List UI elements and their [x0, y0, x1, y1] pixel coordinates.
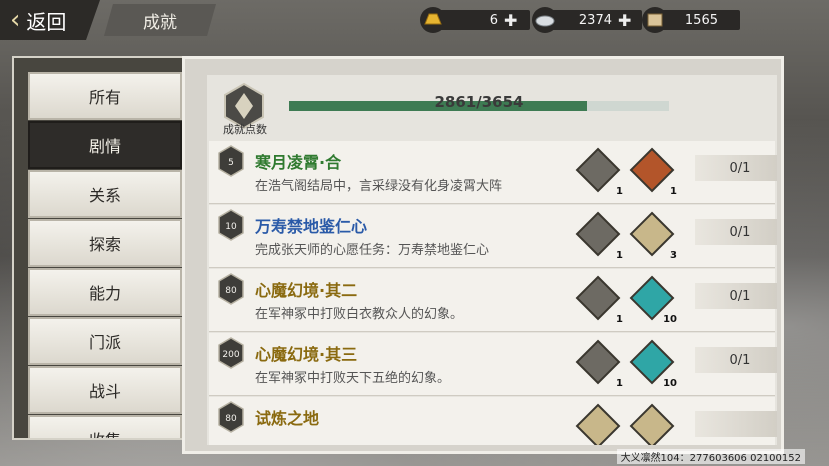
achievement-panel: 成就点数 2861/3654 5 寒月凌霄·合 在浩气阁结局中，言采绿没有化身凌…: [182, 56, 784, 454]
progress-text: 2861/3654: [434, 93, 524, 111]
add-silver-button[interactable]: ✚: [618, 11, 631, 30]
achievement-row[interactable]: 80 试炼之地: [209, 397, 777, 445]
achievement-desc: 在军神冢中打败白衣教众人的幻象。: [255, 307, 464, 322]
achievement-count: 0/1: [695, 283, 777, 309]
achievement-title: 寒月凌霄·合: [255, 153, 342, 172]
tab-sect[interactable]: 门派: [28, 317, 182, 365]
tab-combat[interactable]: 战斗: [28, 366, 182, 414]
svg-text:5: 5: [228, 158, 234, 168]
point-badge-icon: 10: [218, 209, 244, 241]
tab-explore[interactable]: 探索: [28, 219, 182, 267]
spirit-orb-icon[interactable]: 10: [629, 339, 677, 389]
gold-ingot-icon: [420, 7, 446, 33]
character-portrait-icon[interactable]: 1: [575, 339, 623, 389]
add-gold-button[interactable]: ✚: [504, 11, 517, 30]
point-badge-icon: 80: [218, 273, 244, 305]
point-badge-icon: 80: [218, 401, 244, 433]
achievement-desc: 完成张天师的心愿任务：万寿禁地鉴仁心: [255, 243, 490, 258]
point-badge-icon: 5: [218, 145, 244, 177]
back-label: 返回: [26, 9, 67, 34]
tab-relations[interactable]: 关系: [28, 170, 182, 218]
character-portrait-icon[interactable]: 1: [575, 275, 623, 325]
achievement-points-label: 成就点数: [223, 123, 267, 136]
chevron-left-icon: ‹: [10, 5, 21, 35]
treasure-map-icon[interactable]: 3: [629, 211, 677, 261]
currency-scroll: 1565: [642, 6, 742, 34]
achievement-row[interactable]: 200 心魔幻境·其三 在军神冢中打败天下五绝的幻象。 1 10 0/1: [209, 333, 777, 396]
tab-ability[interactable]: 能力: [28, 268, 182, 316]
scroll-reward-icon[interactable]: [575, 403, 621, 445]
svg-text:80: 80: [225, 286, 237, 296]
achievement-count: 0/1: [695, 347, 777, 373]
achievement-desc: 在军神冢中打败天下五绝的幻象。: [255, 371, 451, 386]
tab-collect[interactable]: 收集: [28, 415, 182, 438]
achievement-count: 0/1: [695, 219, 777, 245]
achievement-title: 万寿禁地鉴仁心: [255, 217, 368, 236]
point-badge-icon: 200: [218, 337, 244, 369]
achievement-title: 试炼之地: [255, 409, 320, 428]
character-portrait-icon[interactable]: 1: [575, 147, 623, 197]
scroll-icon: [642, 7, 668, 33]
page-title-tab: 成就: [104, 4, 216, 36]
treasure-map-icon[interactable]: [629, 403, 675, 445]
achievement-progress: 成就点数 2861/3654: [207, 75, 777, 137]
achievement-count: 0/1: [695, 155, 777, 181]
top-bar: ‹ 返回 成就 6 ✚ 2374 ✚ 1565: [0, 0, 829, 42]
player-id-text: 大义凛然104：277603606 02100152: [616, 449, 805, 464]
achievement-title: 心魔幻境·其三: [255, 345, 358, 364]
achievement-desc: 在浩气阁结局中，言采绿没有化身凌霄大阵: [255, 179, 503, 194]
page-title: 成就: [143, 12, 177, 33]
fire-book-icon[interactable]: 1: [629, 147, 677, 197]
tab-all[interactable]: 所有: [28, 72, 182, 120]
achievement-list[interactable]: 成就点数 2861/3654 5 寒月凌霄·合 在浩气阁结局中，言采绿没有化身凌…: [207, 75, 777, 445]
achievement-row[interactable]: 10 万寿禁地鉴仁心 完成张天师的心愿任务：万寿禁地鉴仁心 1 3 0/1: [209, 205, 777, 268]
currency-gold: 6 ✚: [420, 6, 532, 34]
category-tabs: 所有 剧情 关系 探索 能力 门派 战斗 收集: [12, 56, 190, 440]
achievement-row[interactable]: 5 寒月凌霄·合 在浩气阁结局中，言采绿没有化身凌霄大阵 1 1 0/1: [209, 141, 777, 204]
tab-story[interactable]: 剧情: [28, 121, 182, 169]
achievement-row[interactable]: 80 心魔幻境·其二 在军神冢中打败白衣教众人的幻象。 1 10 0/1: [209, 269, 777, 332]
svg-text:80: 80: [225, 414, 237, 424]
elder-portrait-icon[interactable]: 1: [575, 211, 623, 261]
silver-ingot-icon: [532, 7, 558, 33]
achievement-count: [695, 411, 777, 437]
currency-silver: 2374 ✚: [532, 6, 644, 34]
achievement-title: 心魔幻境·其二: [255, 281, 358, 300]
svg-text:200: 200: [222, 350, 239, 360]
back-button[interactable]: ‹ 返回: [0, 0, 100, 40]
spirit-orb-icon[interactable]: 10: [629, 275, 677, 325]
svg-text:10: 10: [225, 222, 237, 232]
